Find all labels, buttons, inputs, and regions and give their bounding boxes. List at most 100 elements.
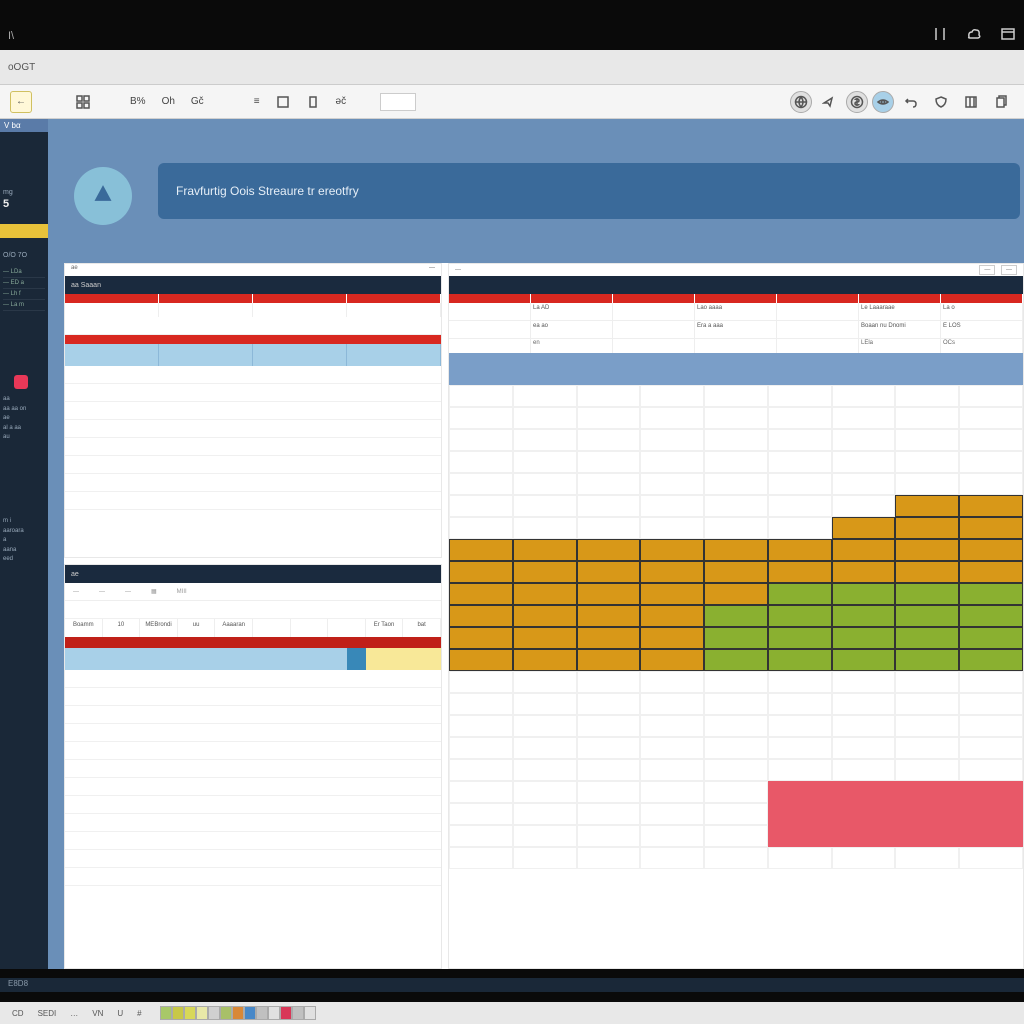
heatmap-cell[interactable] — [959, 825, 1023, 847]
globe-icon[interactable] — [790, 91, 812, 113]
heatmap-cell[interactable] — [832, 517, 896, 539]
heatmap-cell[interactable] — [832, 495, 896, 517]
heatmap-cell[interactable] — [513, 803, 577, 825]
heatmap-cell[interactable] — [513, 847, 577, 869]
back-button[interactable]: ← — [10, 91, 32, 113]
heatmap-cell[interactable] — [513, 407, 577, 429]
heatmap-cell[interactable] — [832, 605, 896, 627]
cloud-icon[interactable] — [966, 26, 982, 42]
rect-icon[interactable] — [300, 93, 326, 111]
heatmap-cell[interactable] — [640, 693, 704, 715]
heatmap-cell[interactable] — [895, 759, 959, 781]
heatmap-cell[interactable] — [577, 737, 641, 759]
taskbar-item[interactable]: … — [66, 1008, 82, 1019]
grid-icon[interactable] — [70, 93, 96, 111]
heatmap-cell[interactable] — [640, 473, 704, 495]
heatmap-cell[interactable] — [959, 781, 1023, 803]
sidebar-alert-badge[interactable] — [14, 375, 28, 389]
heatmap-cell[interactable] — [832, 649, 896, 671]
heatmap-cell[interactable] — [895, 429, 959, 451]
heatmap-cell[interactable] — [577, 715, 641, 737]
heatmap-cell[interactable] — [832, 737, 896, 759]
heatmap-cell[interactable] — [832, 451, 896, 473]
heatmap-cell[interactable] — [895, 627, 959, 649]
dollar-icon[interactable] — [846, 91, 868, 113]
heatmap-cell[interactable] — [449, 539, 513, 561]
heatmap-cell[interactable] — [768, 627, 832, 649]
heatmap-cell[interactable] — [640, 517, 704, 539]
heatmap-cell[interactable] — [832, 385, 896, 407]
heatmap-cell[interactable] — [832, 847, 896, 869]
heatmap-cell[interactable] — [895, 539, 959, 561]
heatmap-cell[interactable] — [513, 385, 577, 407]
taskbar-app[interactable] — [160, 1006, 172, 1020]
heatmap-cell[interactable] — [449, 693, 513, 715]
heatmap-cell[interactable] — [895, 605, 959, 627]
panel-lightblue-row[interactable] — [65, 344, 441, 366]
heatmap-cell[interactable] — [832, 583, 896, 605]
sidebar-item[interactable]: — ED a — [3, 278, 45, 289]
heatmap-cell[interactable] — [959, 605, 1023, 627]
sidebar-item[interactable]: — Lh f — [3, 289, 45, 300]
heatmap-cell[interactable] — [768, 539, 832, 561]
heatmap-cell[interactable] — [640, 847, 704, 869]
heatmap-cell[interactable] — [513, 539, 577, 561]
heatmap[interactable] — [449, 385, 1023, 865]
heatmap-cell[interactable] — [768, 649, 832, 671]
heatmap-cell[interactable] — [959, 803, 1023, 825]
panel-bl-tb-item[interactable]: ▦ — [151, 588, 157, 595]
heatmap-cell[interactable] — [449, 451, 513, 473]
heatmap-cell[interactable] — [832, 759, 896, 781]
heatmap-cell[interactable] — [704, 803, 768, 825]
sidebar-highlight-bar[interactable] — [0, 224, 48, 238]
heatmap-cell[interactable] — [577, 495, 641, 517]
heatmap-cell[interactable] — [704, 649, 768, 671]
heatmap-cell[interactable] — [640, 627, 704, 649]
heatmap-cell[interactable] — [704, 605, 768, 627]
url-text[interactable]: oOGT — [0, 62, 35, 73]
shield-icon[interactable] — [928, 93, 954, 111]
heatmap-cell[interactable] — [577, 385, 641, 407]
heatmap-cell[interactable] — [449, 847, 513, 869]
heatmap-cell[interactable] — [895, 583, 959, 605]
heatmap-cell[interactable] — [959, 737, 1023, 759]
heatmap-cell[interactable] — [704, 825, 768, 847]
heatmap-cell[interactable] — [577, 583, 641, 605]
taskbar-app[interactable] — [304, 1006, 316, 1020]
heatmap-cell[interactable] — [449, 561, 513, 583]
heatmap-cell[interactable] — [768, 495, 832, 517]
heatmap-cell[interactable] — [577, 693, 641, 715]
heatmap-cell[interactable] — [832, 561, 896, 583]
send-icon[interactable] — [816, 93, 842, 111]
heatmap-cell[interactable] — [895, 737, 959, 759]
heatmap-cell[interactable] — [959, 473, 1023, 495]
heatmap-cell[interactable] — [768, 693, 832, 715]
heatmap-cell[interactable] — [959, 583, 1023, 605]
heatmap-cell[interactable] — [895, 715, 959, 737]
heatmap-cell[interactable] — [577, 649, 641, 671]
heatmap-cell[interactable] — [577, 561, 641, 583]
heatmap-cell[interactable] — [640, 825, 704, 847]
heatmap-cell[interactable] — [832, 407, 896, 429]
heatmap-cell[interactable] — [513, 627, 577, 649]
heatmap-cell[interactable] — [959, 539, 1023, 561]
heatmap-cell[interactable] — [768, 561, 832, 583]
toolbar-mid-3[interactable]: ǝč — [330, 94, 353, 109]
heatmap-cell[interactable] — [640, 737, 704, 759]
taskbar-item[interactable]: U — [113, 1008, 127, 1019]
eye-icon[interactable] — [872, 91, 894, 113]
undo-icon[interactable] — [898, 93, 924, 111]
heatmap-cell[interactable] — [704, 429, 768, 451]
heatmap-cell[interactable] — [640, 803, 704, 825]
heatmap-cell[interactable] — [513, 737, 577, 759]
heatmap-cell[interactable] — [640, 407, 704, 429]
heatmap-cell[interactable] — [640, 495, 704, 517]
heatmap-cell[interactable] — [449, 495, 513, 517]
heatmap-cell[interactable] — [768, 429, 832, 451]
heatmap-cell[interactable] — [704, 561, 768, 583]
heatmap-cell[interactable] — [959, 759, 1023, 781]
heatmap-cell[interactable] — [895, 517, 959, 539]
heatmap-cell[interactable] — [449, 759, 513, 781]
window-icon[interactable] — [1000, 26, 1016, 42]
heatmap-cell[interactable] — [768, 759, 832, 781]
